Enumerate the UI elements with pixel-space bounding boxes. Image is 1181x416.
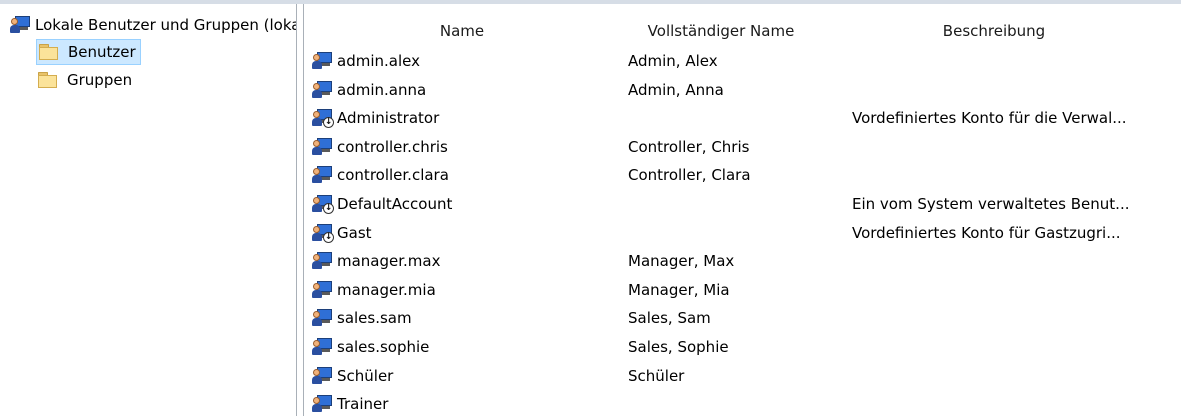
cell-name: ↓ Gast (312, 219, 372, 247)
user-name: manager.mia (337, 280, 436, 299)
cell-name: manager.max (312, 247, 441, 275)
cell-description: Ein vom System verwaltetes Benut... (852, 195, 1130, 213)
disabled-arrow-icon: ↓ (323, 203, 334, 214)
table-row[interactable]: controller.clara Controller, Clara (312, 161, 1172, 189)
user-name: controller.clara (337, 166, 449, 185)
cell-full-name: Controller, Clara (628, 166, 751, 185)
table-row[interactable]: Schüler Schüler (312, 362, 1172, 390)
table-row[interactable]: controller.chris Controller, Chris (312, 133, 1172, 161)
table-row[interactable]: sales.sam Sales, Sam (312, 304, 1172, 332)
cell-name: admin.alex (312, 47, 420, 75)
cell-name: Schüler (312, 362, 393, 390)
cell-full-name: Admin, Anna (628, 80, 724, 99)
user-name: admin.alex (337, 52, 420, 70)
disabled-arrow-icon: ↓ (323, 117, 334, 129)
column-header-full-name[interactable]: Vollständiger Name (636, 17, 806, 45)
cell-name: Trainer (312, 390, 388, 416)
user-name: admin.anna (337, 80, 427, 99)
cell-full-name: Sales, Sophie (628, 338, 729, 356)
table-row[interactable]: admin.anna Admin, Anna (312, 76, 1172, 104)
pane-splitter[interactable] (296, 4, 304, 416)
cell-full-name: Sales, Sam (628, 309, 711, 328)
user-name: manager.max (337, 252, 441, 271)
tree-root-label: Lokale Benutzer und Gruppen (lokal) (35, 16, 296, 34)
cell-name: ↓ DefaultAccount (312, 190, 452, 218)
table-row[interactable]: manager.mia Manager, Mia (312, 276, 1172, 304)
folder-icon (37, 71, 59, 89)
list-pane: Name Vollständiger Name Beschreibung adm… (304, 4, 1181, 416)
user-name: Administrator (337, 109, 440, 128)
user-icon (312, 366, 334, 386)
cell-full-name: Manager, Max (628, 252, 735, 271)
column-header-description[interactable]: Beschreibung (924, 17, 1064, 45)
cell-full-name: Admin, Alex (628, 52, 718, 70)
tree-pane: Lokale Benutzer und Gruppen (lokal) Benu… (0, 4, 296, 416)
cell-full-name: Manager, Mia (628, 280, 730, 299)
user-name: sales.sam (337, 309, 412, 328)
tree-root-local-users-groups[interactable]: Lokale Benutzer und Gruppen (lokal) (10, 12, 296, 38)
local-users-groups-icon (10, 15, 32, 35)
tree-item-selection: Benutzer (36, 39, 141, 65)
cell-description: Vordefiniertes Konto für Gastzugri... (852, 223, 1121, 242)
tree-item-benutzer[interactable]: Benutzer (36, 39, 141, 65)
user-name: Trainer (337, 395, 389, 414)
table-row[interactable]: ↓ Gast Vordefiniertes Konto für Gastzugri.… (312, 219, 1172, 247)
user-icon (312, 394, 334, 414)
user-name: DefaultAccount (337, 195, 453, 213)
cell-description: Vordefiniertes Konto für die Verwal... (852, 109, 1127, 128)
user-icon (312, 280, 334, 300)
table-row[interactable]: admin.alex Admin, Alex (312, 47, 1172, 75)
column-header-name[interactable]: Name (372, 17, 552, 45)
cell-name: manager.mia (312, 276, 436, 304)
tree-item-gruppen[interactable]: Gruppen (36, 67, 132, 93)
table-row[interactable]: sales.sophie Sales, Sophie (312, 333, 1172, 361)
user-icon (312, 80, 334, 100)
disabled-user-icon: ↓ (312, 194, 334, 214)
cell-full-name: Schüler (628, 366, 685, 385)
table-row[interactable]: ↓ Administrator Vordefiniertes Konto für d… (312, 104, 1172, 132)
cell-full-name: Controller, Chris (628, 137, 750, 156)
user-icon (312, 137, 334, 157)
cell-name: sales.sophie (312, 333, 429, 361)
user-name: sales.sophie (337, 338, 430, 356)
user-name: controller.chris (337, 137, 448, 156)
disabled-user-icon: ↓ (312, 223, 334, 243)
cell-name: controller.clara (312, 161, 449, 189)
user-icon (312, 251, 334, 271)
user-name: Gast (337, 223, 372, 242)
disabled-user-icon: ↓ (312, 108, 334, 129)
table-row[interactable]: ↓ DefaultAccount Ein vom System verwaltete… (312, 190, 1172, 218)
cell-name: controller.chris (312, 133, 448, 161)
tree-item-label: Benutzer (68, 43, 136, 61)
disabled-arrow-icon: ↓ (323, 231, 334, 243)
user-name: Schüler (337, 366, 394, 385)
user-icon (312, 51, 334, 71)
table-row[interactable]: Trainer (312, 390, 1172, 416)
cell-name: ↓ Administrator (312, 104, 439, 132)
user-icon (312, 308, 334, 328)
cell-name: admin.anna (312, 76, 426, 104)
tree-item-label: Gruppen (67, 71, 133, 89)
user-icon (312, 165, 334, 185)
table-row[interactable]: manager.max Manager, Max (312, 247, 1172, 275)
cell-name: sales.sam (312, 304, 412, 332)
folder-icon (38, 43, 60, 61)
user-icon (312, 337, 334, 357)
